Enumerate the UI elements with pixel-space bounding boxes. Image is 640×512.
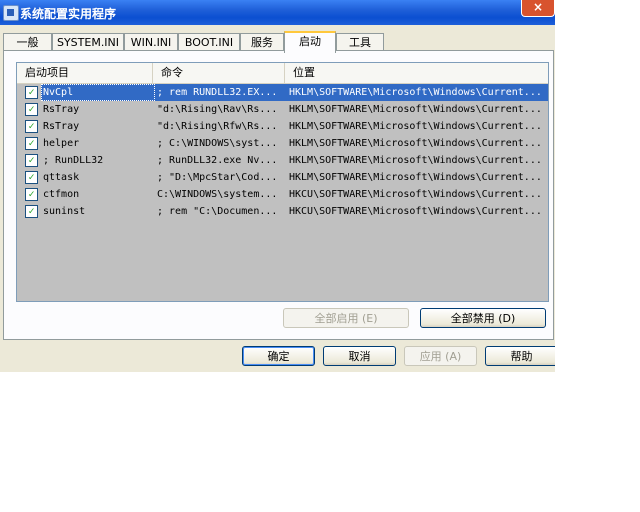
table-row[interactable]: ✓ RsTray "d:\Rising\Rav\Rs... HKLM\SOFTW…	[17, 101, 548, 118]
row-location: HKLM\SOFTWARE\Microsoft\Windows\Current.…	[289, 104, 542, 115]
row-location: HKCU\SOFTWARE\Microsoft\Windows\Current.…	[289, 189, 542, 200]
row-checkbox[interactable]: ✓	[25, 188, 38, 201]
row-name: suninst	[43, 206, 86, 217]
table-row[interactable]: ✓ suninst ; rem "C:\Documen... HKCU\SOFT…	[17, 203, 548, 220]
tab-general[interactable]: 一般	[3, 33, 52, 51]
row-location: HKLM\SOFTWARE\Microsoft\Windows\Current.…	[289, 155, 542, 166]
row-name: qttask	[43, 172, 80, 183]
tab-tools[interactable]: 工具	[336, 33, 384, 51]
tab-startup[interactable]: 启动	[284, 31, 336, 53]
ok-button[interactable]: 确定	[242, 346, 315, 366]
column-command[interactable]: 命令	[153, 63, 285, 83]
row-checkbox[interactable]: ✓	[25, 86, 38, 99]
apply-button[interactable]: 应用 (A)	[404, 346, 477, 366]
close-button[interactable]: ×	[521, 0, 555, 17]
row-name: ctfmon	[43, 189, 80, 200]
column-startup-item[interactable]: 启动项目	[17, 63, 153, 83]
enable-all-button[interactable]: 全部启用 (E)	[283, 308, 409, 328]
row-checkbox[interactable]: ✓	[25, 137, 38, 150]
row-command: ; C:\WINDOWS\syst...	[157, 138, 278, 149]
row-command: ; RunDLL32.exe Nv...	[157, 155, 278, 166]
row-checkbox[interactable]: ✓	[25, 120, 38, 133]
row-command: "d:\Rising\Rav\Rs...	[157, 104, 278, 115]
list-header: 启动项目 命令 位置	[17, 63, 548, 84]
app-icon	[3, 5, 19, 21]
row-checkbox[interactable]: ✓	[25, 171, 38, 184]
row-name: ; RunDLL32	[43, 155, 104, 166]
disable-all-button[interactable]: 全部禁用 (D)	[420, 308, 546, 328]
row-command: C:\WINDOWS\system...	[157, 189, 278, 200]
window-title: 系统配置实用程序	[20, 7, 117, 21]
row-command: ; rem RUNDLL32.EX...	[155, 84, 289, 101]
table-row[interactable]: ✓ qttask ; "D:\MpcStar\Cod... HKLM\SOFTW…	[17, 169, 548, 186]
startup-panel: 启动项目 命令 位置 ✓ NvCpl ; rem RUNDLL32.EX... …	[3, 50, 554, 340]
table-row[interactable]: ✓ RsTray "d:\Rising\Rfw\Rs... HKLM\SOFTW…	[17, 118, 548, 135]
row-command: ; rem "C:\Documen...	[157, 206, 278, 217]
row-location: HKLM\SOFTWARE\Microsoft\Windows\Current.…	[289, 121, 542, 132]
row-location: HKLM\SOFTWARE\Microsoft\Windows\Current.…	[289, 172, 542, 183]
column-location[interactable]: 位置	[285, 63, 548, 83]
table-row[interactable]: ✓ ; RunDLL32 ; RunDLL32.exe Nv... HKLM\S…	[17, 152, 548, 169]
title-bar[interactable]: 系统配置实用程序 ×	[0, 0, 555, 25]
cancel-button[interactable]: 取消	[323, 346, 396, 366]
tab-services[interactable]: 服务	[240, 33, 284, 51]
row-location: HKLM\SOFTWARE\Microsoft\Windows\Current.…	[289, 138, 542, 149]
table-row[interactable]: ✓ ctfmon C:\WINDOWS\system... HKCU\SOFTW…	[17, 186, 548, 203]
help-button[interactable]: 帮助	[485, 346, 555, 366]
table-row[interactable]: ✓ helper ; C:\WINDOWS\syst... HKLM\SOFTW…	[17, 135, 548, 152]
msconfig-window: 系统配置实用程序 × 一般 SYSTEM.INI WIN.INI BOOT.IN…	[0, 0, 555, 372]
row-location: HKLM\SOFTWARE\Microsoft\Windows\Current.…	[287, 84, 548, 101]
row-name: helper	[43, 138, 80, 149]
tab-win-ini[interactable]: WIN.INI	[124, 33, 178, 51]
row-location: HKCU\SOFTWARE\Microsoft\Windows\Current.…	[289, 206, 542, 217]
table-row[interactable]: ✓ NvCpl ; rem RUNDLL32.EX... HKLM\SOFTWA…	[17, 84, 548, 101]
row-name: NvCpl	[41, 84, 155, 101]
tab-boot-ini[interactable]: BOOT.INI	[178, 33, 240, 51]
row-checkbox[interactable]: ✓	[25, 205, 38, 218]
row-checkbox[interactable]: ✓	[25, 154, 38, 167]
row-command: ; "D:\MpcStar\Cod...	[157, 172, 278, 183]
row-checkbox[interactable]: ✓	[25, 103, 38, 116]
row-command: "d:\Rising\Rfw\Rs...	[157, 121, 278, 132]
startup-list[interactable]: 启动项目 命令 位置 ✓ NvCpl ; rem RUNDLL32.EX... …	[16, 62, 549, 302]
row-name: RsTray	[43, 104, 80, 115]
tab-system-ini[interactable]: SYSTEM.INI	[52, 33, 124, 51]
row-name: RsTray	[43, 121, 80, 132]
